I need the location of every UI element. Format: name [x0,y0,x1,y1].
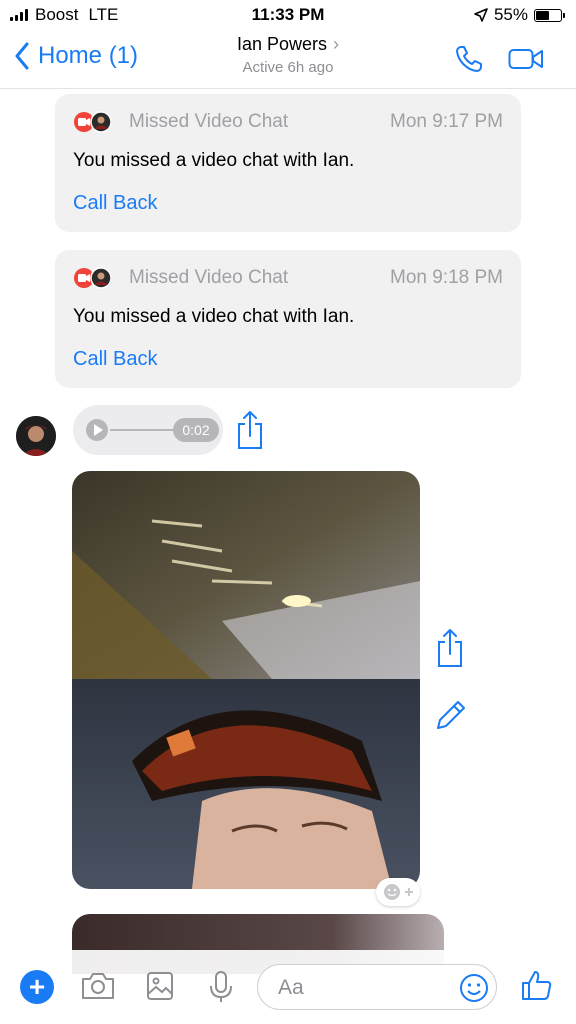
missed-video-icon [73,111,112,133]
battery-percent: 55% [493,5,528,24]
message-input-placeholder: Aa [278,976,304,999]
missed-video-chat-card: Missed Video Chat Mon 9:18 PM You missed… [55,250,521,388]
location-icon [474,8,488,22]
thumbs-up-icon[interactable] [520,968,554,1002]
audio-duration: 0:02 [173,418,219,442]
microphone-icon[interactable] [207,970,235,1004]
add-reaction-button[interactable] [376,878,420,906]
card-label: Missed Video Chat [129,111,289,132]
audio-message[interactable]: 0:02 [73,405,223,455]
card-message: You missed a video chat with Ian. [73,306,355,327]
avatar[interactable] [16,416,56,456]
share-icon[interactable] [436,628,464,668]
share-icon[interactable] [236,410,264,450]
composer-bar: + Aa [0,950,576,1024]
missed-video-chat-card: Missed Video Chat Mon 9:17 PM You missed… [55,94,521,232]
battery-icon [534,8,565,22]
smiley-plus-icon [384,884,413,900]
call-back-button[interactable]: Call Back [73,192,157,215]
call-back-button[interactable]: Call Back [73,348,157,371]
photo-message[interactable] [72,471,420,889]
card-message: You missed a video chat with Ian. [73,150,355,171]
emoji-icon[interactable] [458,972,490,1004]
conversation-header: Home (1) Ian Powers › Active 6h ago [0,30,576,89]
edit-pencil-icon[interactable] [434,698,468,732]
card-timestamp: Mon 9:18 PM [390,267,503,288]
card-label: Missed Video Chat [129,267,289,288]
video-call-icon[interactable] [508,47,544,71]
audio-progress-track[interactable] [110,429,182,431]
status-bar: Boost LTE 11:33 PM 55% [0,0,576,30]
chevron-right-icon: › [333,34,340,54]
phone-icon[interactable] [454,44,484,74]
photo-library-icon[interactable] [145,970,175,1002]
missed-video-icon [73,267,112,289]
card-timestamp: Mon 9:17 PM [390,111,503,132]
play-icon[interactable] [86,419,108,441]
contact-name: Ian Powers [236,34,328,54]
camera-icon[interactable] [80,970,116,1002]
message-input[interactable]: Aa [257,964,497,1010]
plus-button[interactable]: + [20,970,54,1004]
